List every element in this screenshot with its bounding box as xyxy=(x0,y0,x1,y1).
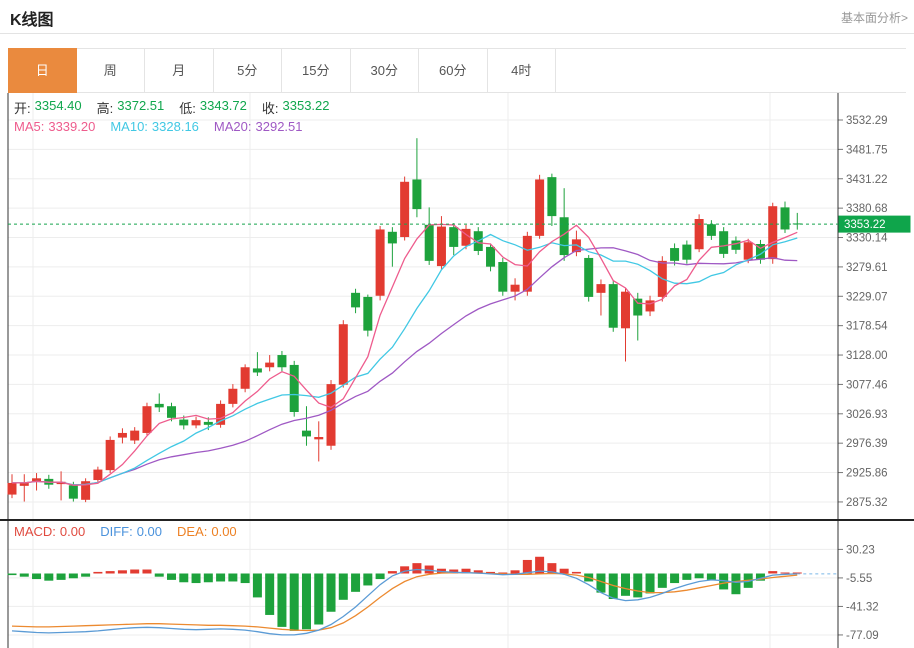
page-title: K线图 xyxy=(10,6,54,30)
svg-text:2925.86: 2925.86 xyxy=(846,468,888,480)
period-tab[interactable]: 月 xyxy=(145,48,214,93)
ma10-value: 3328.16 xyxy=(152,119,199,134)
ma5-label: MA5: xyxy=(14,119,44,134)
header-divider xyxy=(0,33,914,34)
ma20-value: 3292.51 xyxy=(256,119,303,134)
tabbar-filler xyxy=(556,48,906,93)
ma-row: MA5: 3339.20 MA10: 3328.16 MA20: 3292.51 xyxy=(14,119,318,134)
svg-text:3532.29: 3532.29 xyxy=(846,115,888,127)
svg-text:3178.54: 3178.54 xyxy=(846,321,888,333)
svg-text:3431.22: 3431.22 xyxy=(846,174,888,186)
svg-text:-77.09: -77.09 xyxy=(846,630,879,642)
low-value: 3343.72 xyxy=(200,98,247,117)
high-value: 3372.51 xyxy=(117,98,164,117)
period-tab[interactable]: 15分 xyxy=(282,48,351,93)
svg-text:30.23: 30.23 xyxy=(846,544,875,556)
candles-group xyxy=(8,138,802,502)
period-tab[interactable]: 周 xyxy=(77,48,146,93)
svg-text:2976.39: 2976.39 xyxy=(846,438,888,450)
low-label: 低: xyxy=(179,98,196,117)
svg-text:2875.32: 2875.32 xyxy=(846,497,888,509)
high-label: 高: xyxy=(97,98,114,117)
close-value: 3353.22 xyxy=(283,98,330,117)
period-tab[interactable]: 4时 xyxy=(488,48,557,93)
svg-text:3279.61: 3279.61 xyxy=(846,262,888,274)
svg-text:3026.93: 3026.93 xyxy=(846,409,888,421)
macd-histogram xyxy=(8,557,802,631)
macd-header-row: MACD: 0.00 DIFF: 0.00 DEA: 0.00 xyxy=(14,524,252,539)
period-tab[interactable]: 30分 xyxy=(351,48,420,93)
ohlc-row: 开:3354.40 高:3372.51 低:3343.72 收:3353.22 xyxy=(14,98,345,117)
svg-text:3229.07: 3229.07 xyxy=(846,291,888,303)
open-value: 3354.40 xyxy=(35,98,82,117)
macd-value: 0.00 xyxy=(60,524,85,539)
dea-line xyxy=(12,573,797,631)
svg-text:-41.32: -41.32 xyxy=(846,601,879,613)
diff-label: DIFF: xyxy=(100,524,133,539)
dea-value: 0.00 xyxy=(211,524,236,539)
svg-text:3330.14: 3330.14 xyxy=(846,233,888,245)
dea-label: DEA: xyxy=(177,524,207,539)
period-tab[interactable]: 5分 xyxy=(214,48,283,93)
period-tab[interactable]: 60分 xyxy=(419,48,488,93)
ma20-label: MA20: xyxy=(214,119,252,134)
diff-value: 0.00 xyxy=(137,524,162,539)
macd-label: MACD: xyxy=(14,524,56,539)
ma10-label: MA10: xyxy=(110,119,148,134)
ma5-value: 3339.20 xyxy=(48,119,95,134)
svg-text:3481.75: 3481.75 xyxy=(846,144,888,156)
svg-text:-5.55: -5.55 xyxy=(846,573,872,585)
candlestick-chart[interactable]: 3532.29 3481.75 3431.22 3380.68 3330.14 3279.… xyxy=(0,93,914,519)
svg-text:3128.00: 3128.00 xyxy=(846,350,888,362)
diff-line xyxy=(12,570,797,635)
fundamental-analysis-link[interactable]: 基本面分析> xyxy=(841,9,908,26)
period-tabbar: 日周月5分15分30分60分4时 xyxy=(8,48,906,93)
svg-text:3380.68: 3380.68 xyxy=(846,203,888,215)
ma10-line xyxy=(12,235,797,485)
open-label: 开: xyxy=(14,98,31,117)
period-tab[interactable]: 日 xyxy=(8,48,77,93)
svg-text:3077.46: 3077.46 xyxy=(846,379,888,391)
kline-widget: K线图 基本面分析> 日周月5分15分30分60分4时 开:3354.40 高:… xyxy=(0,0,914,648)
close-label: 收: xyxy=(262,98,279,117)
current-price-badge-text: 3353.22 xyxy=(844,219,886,231)
